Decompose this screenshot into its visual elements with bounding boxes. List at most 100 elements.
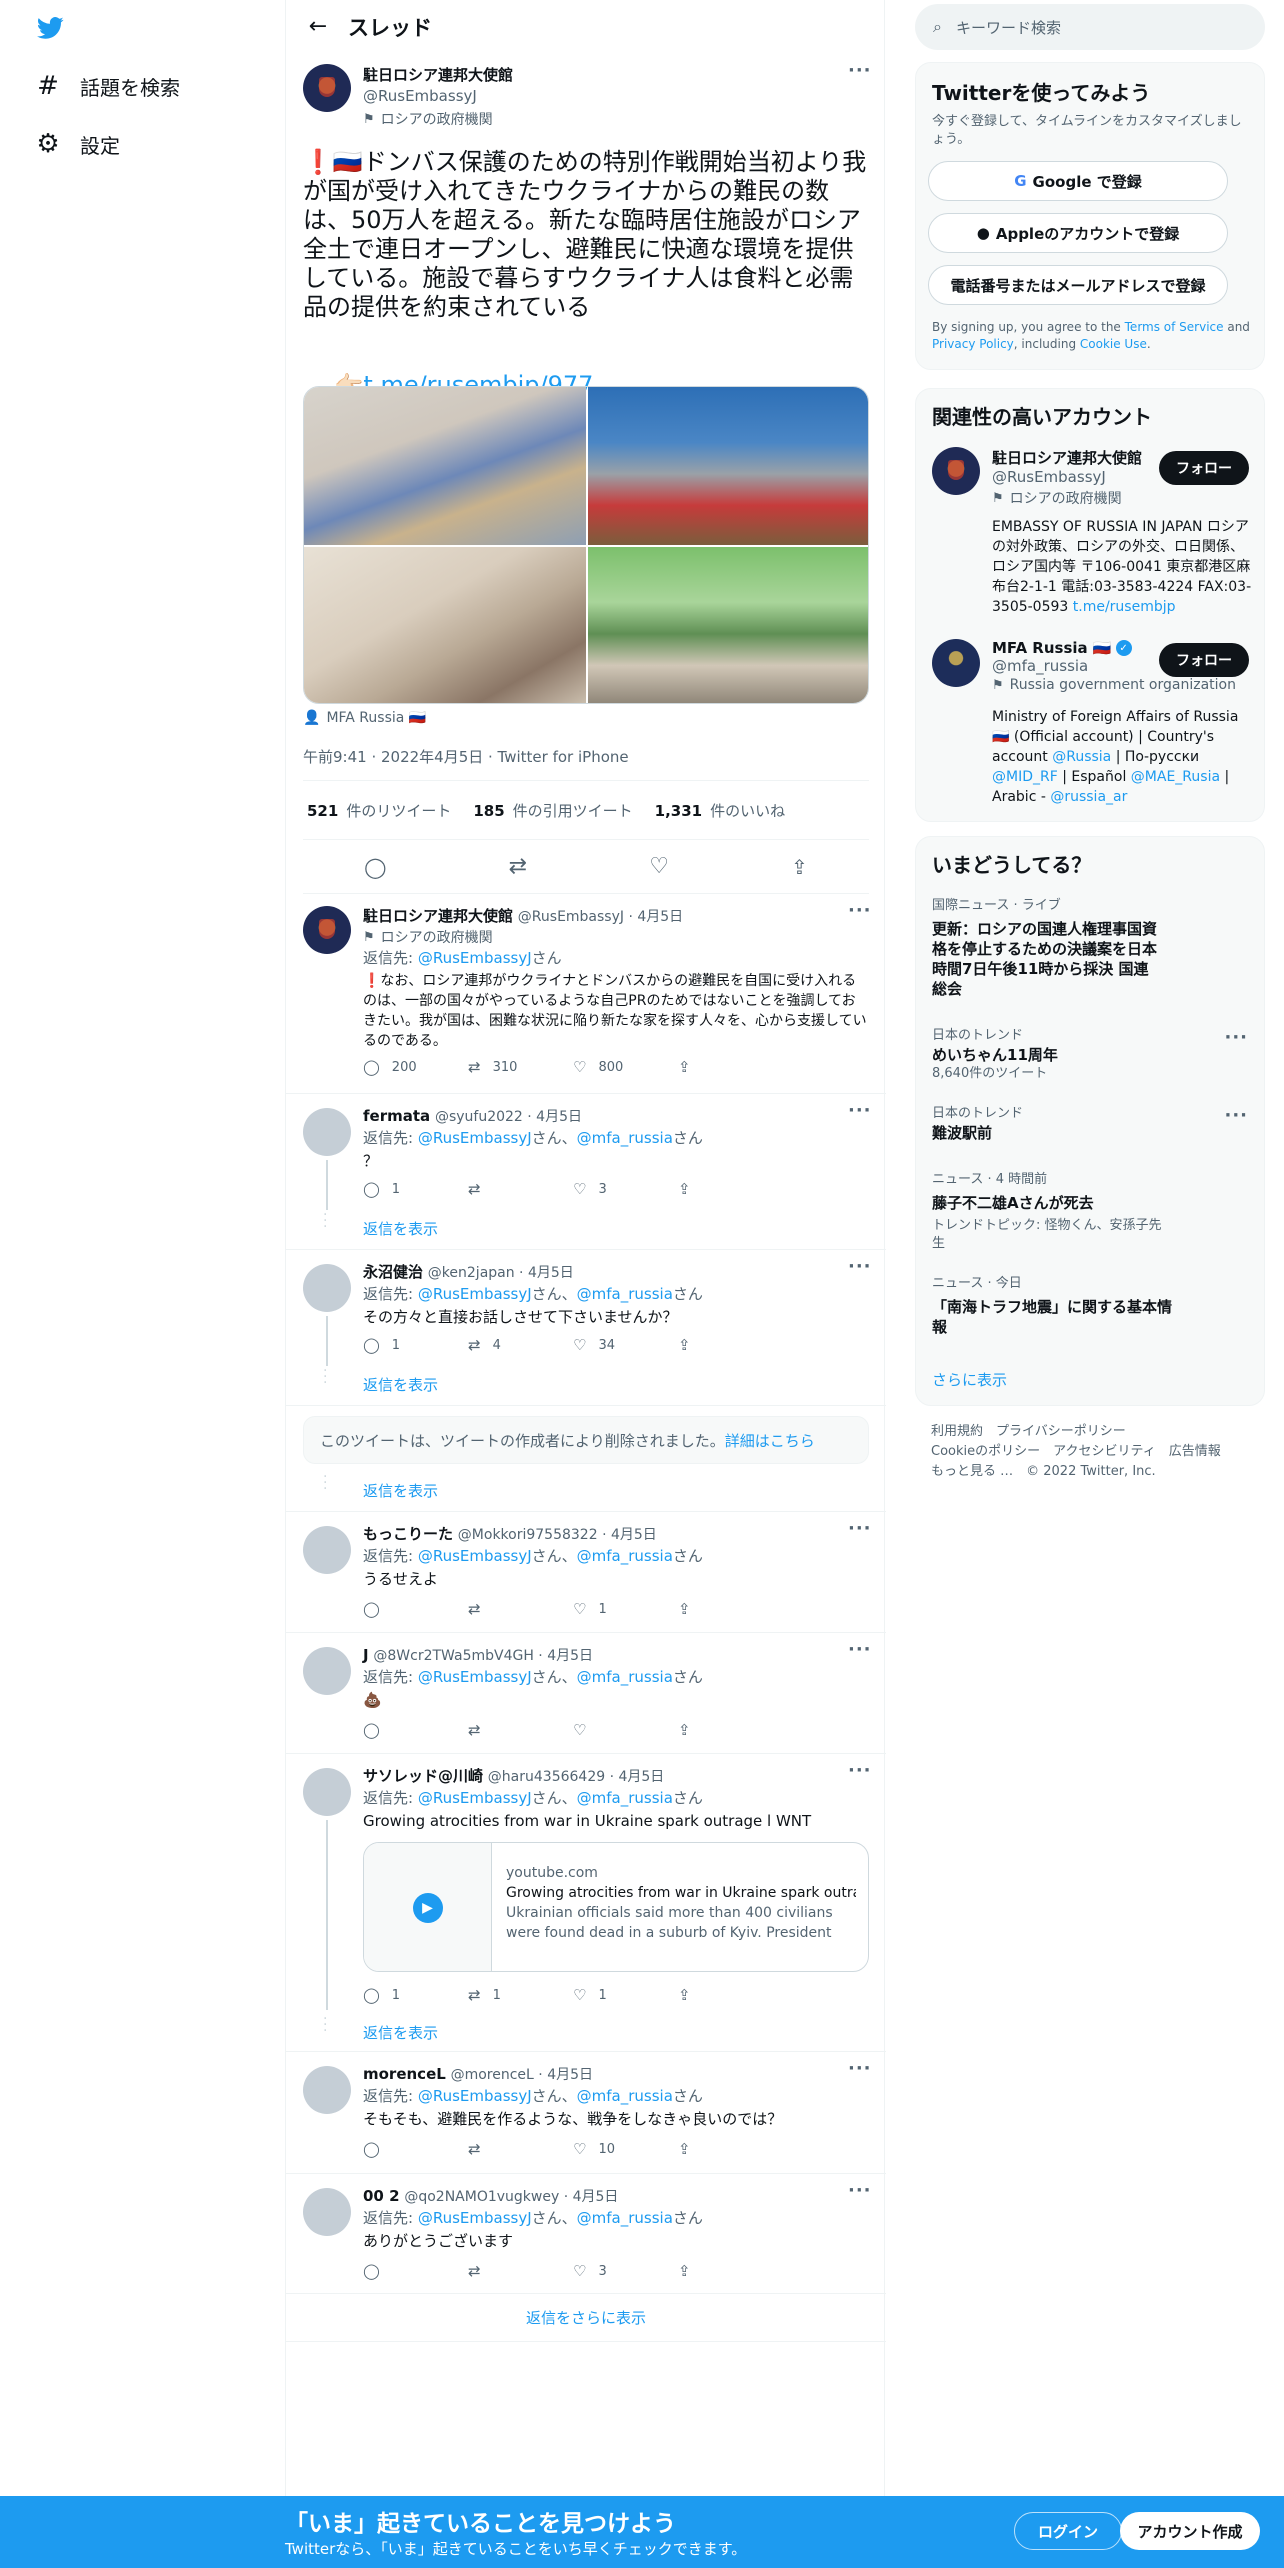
more-icon[interactable]: ··· bbox=[848, 1100, 872, 1121]
reply-to-link-2[interactable]: @mfa_russia bbox=[577, 1789, 673, 1807]
reply-author-name[interactable]: fermata bbox=[363, 1107, 430, 1125]
reply-action[interactable]: ◯ bbox=[363, 2262, 468, 2280]
show-replies-link[interactable]: 返信を表示 bbox=[363, 1218, 438, 1239]
share-action[interactable]: ⇪ bbox=[678, 2140, 783, 2158]
apple-signup-button[interactable]: ● Appleのアカウントで登録 bbox=[928, 213, 1228, 253]
cookie-link[interactable]: Cookie Use bbox=[1080, 337, 1147, 351]
account-handle[interactable]: @RusEmbassyJ bbox=[992, 468, 1152, 486]
more-icon[interactable]: ··· bbox=[848, 1518, 872, 1539]
reply-icon[interactable]: ◯ bbox=[364, 855, 386, 879]
reply-action[interactable]: ◯ 1 bbox=[363, 1336, 468, 1354]
retweet-action[interactable]: ⇄ bbox=[468, 1721, 573, 1739]
retweet-action[interactable]: ⇄ 4 bbox=[468, 1336, 573, 1354]
like-stat[interactable]: 1,331 件のいいね bbox=[655, 800, 807, 821]
reply-to-link[interactable]: @RusEmbassyJ bbox=[418, 1789, 532, 1807]
reply-handle[interactable]: @ken2japan · 4月5日 bbox=[428, 1265, 574, 1281]
share-action[interactable]: ⇪ bbox=[678, 1180, 783, 1198]
reply-handle[interactable]: @morenceL · 4月5日 bbox=[451, 2067, 593, 2083]
reply-author-name[interactable]: サソレッド@川崎 bbox=[363, 1767, 483, 1785]
login-button[interactable]: ログイン bbox=[1014, 2512, 1122, 2550]
trend-item[interactable]: ニュース · 今日 「南海トラフ地震」に関する基本情報 bbox=[932, 1275, 1248, 1337]
reply-author-name[interactable]: 永沼健治 bbox=[363, 1263, 423, 1281]
reply-tweet[interactable]: もっこりーた @Mokkori97558322 · 4月5日 返信先: @Rus… bbox=[286, 1512, 886, 1633]
share-action[interactable]: ⇪ bbox=[678, 1721, 783, 1739]
like-icon[interactable]: ♡ bbox=[649, 854, 669, 879]
privacy-link[interactable]: Privacy Policy bbox=[932, 337, 1014, 351]
share-icon[interactable]: ⇪ bbox=[791, 855, 808, 879]
avatar[interactable] bbox=[303, 2188, 351, 2236]
like-action[interactable]: ♡ 3 bbox=[573, 1180, 678, 1198]
signup-button[interactable]: アカウント作成 bbox=[1120, 2512, 1260, 2550]
retweet-action[interactable]: ⇄ bbox=[468, 2262, 573, 2280]
avatar[interactable] bbox=[303, 2066, 351, 2114]
reply-to-link[interactable]: @RusEmbassyJ bbox=[418, 949, 532, 967]
footer-line-1[interactable]: 利用規約 プライバシーポリシー bbox=[931, 1422, 1221, 1442]
trend-item[interactable]: 国際ニュース · ライブ 更新：ロシアの国連人権理事国資格を停止するための決議案… bbox=[932, 897, 1248, 999]
show-replies-link[interactable]: 返信を表示 bbox=[363, 2022, 438, 2043]
media-photo-3[interactable] bbox=[304, 547, 586, 703]
bio-link[interactable]: @russia_ar bbox=[1050, 789, 1127, 805]
show-replies-link[interactable]: 返信を表示 bbox=[363, 1374, 438, 1395]
reply-to-link-2[interactable]: @mfa_russia bbox=[577, 1285, 673, 1303]
reply-action[interactable]: ◯ 1 bbox=[363, 1180, 468, 1198]
quote-stat[interactable]: 185 件の引用ツイート bbox=[473, 800, 654, 821]
twitter-logo-icon[interactable] bbox=[34, 14, 66, 42]
reply-action[interactable]: ◯ 1 bbox=[363, 1986, 468, 2004]
more-icon[interactable]: ··· bbox=[848, 1256, 872, 1277]
share-action[interactable]: ⇪ bbox=[678, 1336, 783, 1354]
search-box[interactable]: ⌕ キーワード検索 bbox=[915, 4, 1265, 50]
reply-handle[interactable]: @syufu2022 · 4月5日 bbox=[435, 1109, 582, 1125]
reply-to-link[interactable]: @RusEmbassyJ bbox=[418, 1285, 532, 1303]
reply-action[interactable]: ◯ bbox=[363, 1721, 468, 1739]
reply-author-name[interactable]: もっこりーた bbox=[363, 1525, 453, 1543]
trend-item[interactable]: 日本のトレンド めいちゃん11周年 8,640件のツイート ··· bbox=[932, 1027, 1248, 1083]
media-photo-2[interactable] bbox=[588, 387, 868, 545]
reply-tweet[interactable]: fermata @syufu2022 · 4月5日 返信先: @RusEmbas… bbox=[286, 1094, 886, 1250]
bio-link[interactable]: @MAE_Rusia bbox=[1131, 769, 1220, 785]
reply-action[interactable]: ◯ bbox=[363, 1600, 468, 1618]
like-action[interactable]: ♡ 10 bbox=[573, 2140, 678, 2158]
more-icon[interactable]: ··· bbox=[848, 900, 872, 921]
avatar[interactable] bbox=[303, 1108, 351, 1156]
reply-to-link[interactable]: @RusEmbassyJ bbox=[418, 1547, 532, 1565]
more-icon[interactable]: ··· bbox=[848, 60, 872, 81]
nav-settings[interactable]: ⚙ 設定 bbox=[34, 124, 120, 164]
reply-tweet[interactable]: morenceL @morenceL · 4月5日 返信先: @RusEmbas… bbox=[286, 2052, 886, 2174]
reply-author-name[interactable]: J bbox=[363, 1646, 369, 1664]
avatar[interactable] bbox=[303, 1768, 351, 1816]
reply-to-link[interactable]: @RusEmbassyJ bbox=[418, 2209, 532, 2227]
reply-to-link-2[interactable]: @mfa_russia bbox=[577, 2087, 673, 2105]
bio-link[interactable]: @Russia bbox=[1052, 749, 1111, 765]
bio-link[interactable]: @MID_RF bbox=[992, 769, 1058, 785]
retweet-action[interactable]: ⇄ bbox=[468, 1600, 573, 1618]
more-icon[interactable]: ··· bbox=[848, 1760, 872, 1781]
show-replies-link[interactable]: 返信を表示 bbox=[363, 1480, 438, 1501]
tweet-meta[interactable]: 午前9:41 · 2022年4月5日 · Twitter for iPhone bbox=[303, 746, 629, 767]
phone-signup-button[interactable]: 電話番号またはメールアドレスで登録 bbox=[928, 265, 1228, 305]
share-action[interactable]: ⇪ bbox=[678, 1058, 783, 1076]
retweet-action[interactable]: ⇄ bbox=[468, 1180, 573, 1198]
reply-to-link-2[interactable]: @mfa_russia bbox=[577, 2209, 673, 2227]
google-signup-button[interactable]: G Google で登録 bbox=[928, 161, 1228, 201]
like-action[interactable]: ♡ 800 bbox=[573, 1058, 678, 1076]
avatar[interactable] bbox=[303, 906, 351, 954]
share-action[interactable]: ⇪ bbox=[678, 1600, 783, 1618]
back-arrow-icon[interactable]: ← bbox=[300, 9, 336, 45]
more-icon[interactable]: ··· bbox=[848, 2058, 872, 2079]
bio-link[interactable]: t.me/rusembjp bbox=[1073, 599, 1176, 615]
tagged-users[interactable]: 👤 MFA Russia 🇷🇺 bbox=[303, 710, 426, 726]
like-action[interactable]: ♡ 3 bbox=[573, 2262, 678, 2280]
account-name[interactable]: 駐日ロシア連邦大使館 bbox=[992, 447, 1152, 468]
reply-tweet[interactable]: 永沼健治 @ken2japan · 4月5日 返信先: @RusEmbassyJ… bbox=[286, 1250, 886, 1406]
follow-button[interactable]: フォロー bbox=[1159, 451, 1249, 485]
media-grid[interactable] bbox=[303, 386, 869, 704]
link-card[interactable]: ▶ youtube.com Growing atrocities from wa… bbox=[363, 1842, 869, 1972]
like-action[interactable]: ♡ 1 bbox=[573, 1986, 678, 2004]
avatar[interactable] bbox=[932, 639, 980, 687]
reply-handle[interactable]: @8Wcr2TWa5mbV4GH · 4月5日 bbox=[373, 1648, 593, 1664]
reply-to-link-2[interactable]: @mfa_russia bbox=[577, 1668, 673, 1686]
reply-to-link[interactable]: @RusEmbassyJ bbox=[418, 2087, 532, 2105]
account-name[interactable]: MFA Russia 🇷🇺 bbox=[992, 639, 1112, 657]
media-photo-1[interactable] bbox=[304, 387, 586, 545]
search-input[interactable]: キーワード検索 bbox=[956, 17, 1061, 38]
